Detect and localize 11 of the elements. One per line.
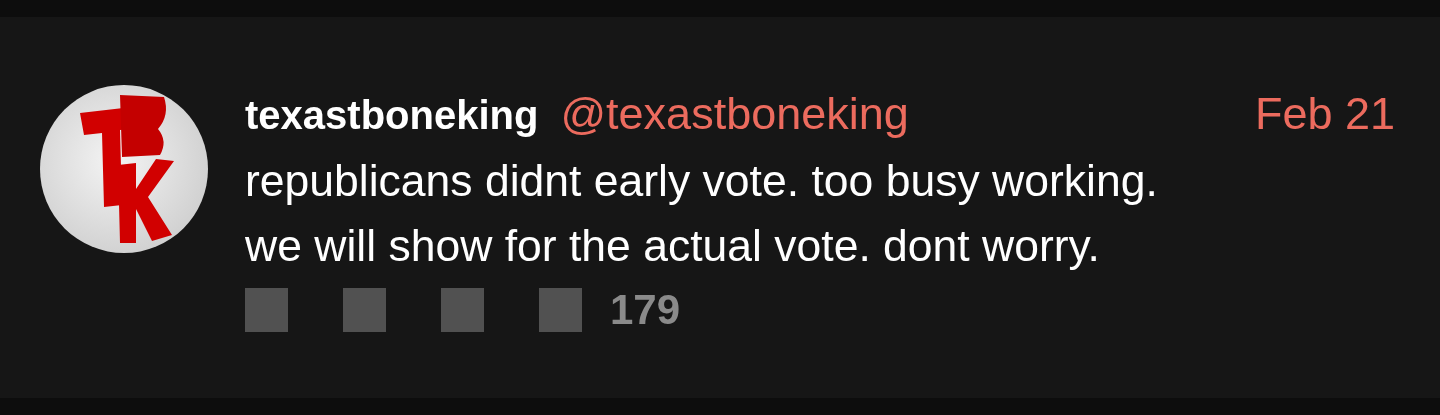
- square-icon[interactable]: [343, 288, 386, 332]
- reply-count: 179: [610, 289, 681, 331]
- comment-date: Feb 21: [1254, 91, 1396, 136]
- author-name[interactable]: texastboneking: [245, 95, 539, 135]
- user-handle[interactable]: @texastboneking: [560, 91, 909, 136]
- square-icon[interactable]: [245, 288, 288, 332]
- square-icon[interactable]: [539, 288, 582, 332]
- avatar-icon[interactable]: [40, 85, 208, 253]
- comment-text: republicans didnt early vote. too busy working.: [245, 155, 1159, 207]
- square-icon[interactable]: [441, 288, 484, 332]
- comment-text: we will show for the actual vote. dont worry.: [245, 220, 1101, 272]
